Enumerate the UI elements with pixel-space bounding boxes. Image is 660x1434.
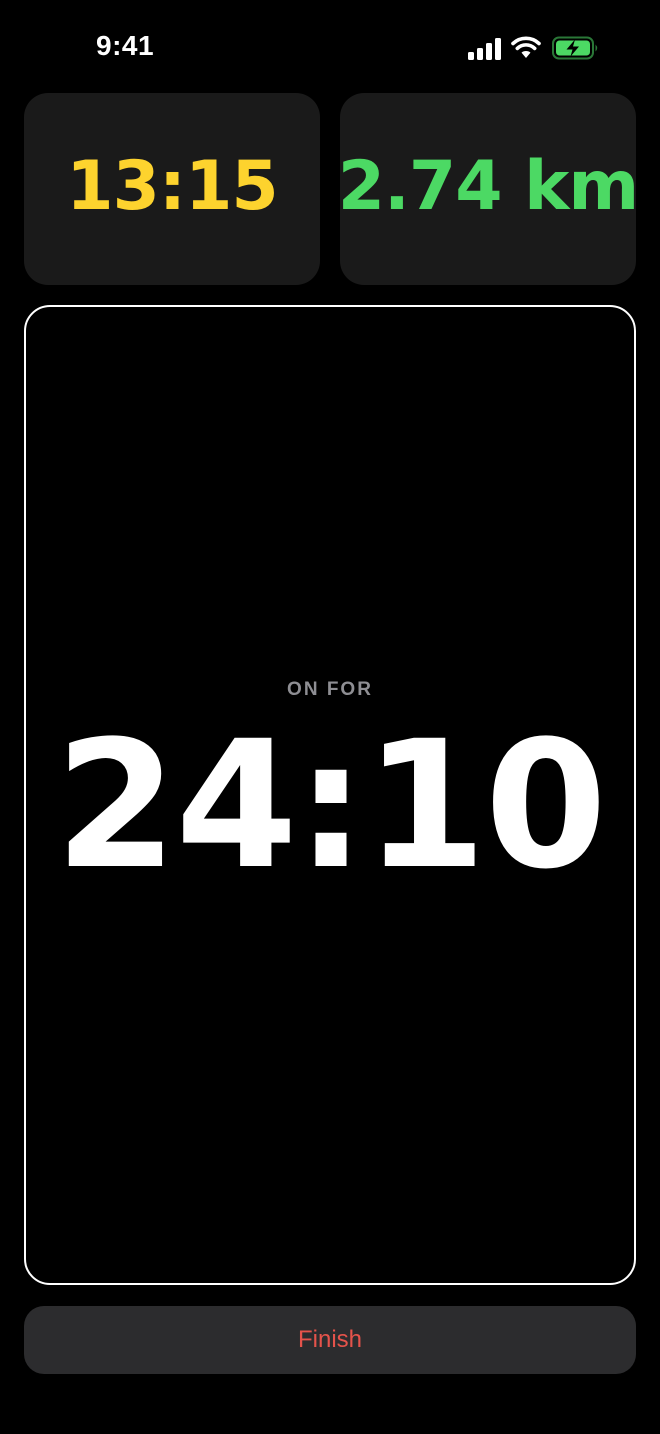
status-time: 9:41: [96, 30, 155, 61]
wifi-icon: [511, 36, 541, 58]
status-bar: 9:41: [0, 0, 660, 92]
pace-card: 13:15: [24, 93, 320, 285]
distance-value: 2.74 km: [340, 146, 636, 226]
timer-value: 24:10: [54, 703, 607, 908]
timer-label: ON FOR: [287, 679, 373, 700]
distance-card: 2.74 km: [340, 93, 636, 285]
finish-button-label: Finish: [297, 1326, 363, 1353]
finish-button[interactable]: Finish: [24, 1306, 636, 1374]
timer-panel: ON FOR 24:10: [24, 305, 636, 1285]
cellular-signal-icon: [468, 38, 501, 60]
battery-charging-icon: [552, 36, 598, 60]
pace-value: 13:15: [66, 146, 278, 226]
